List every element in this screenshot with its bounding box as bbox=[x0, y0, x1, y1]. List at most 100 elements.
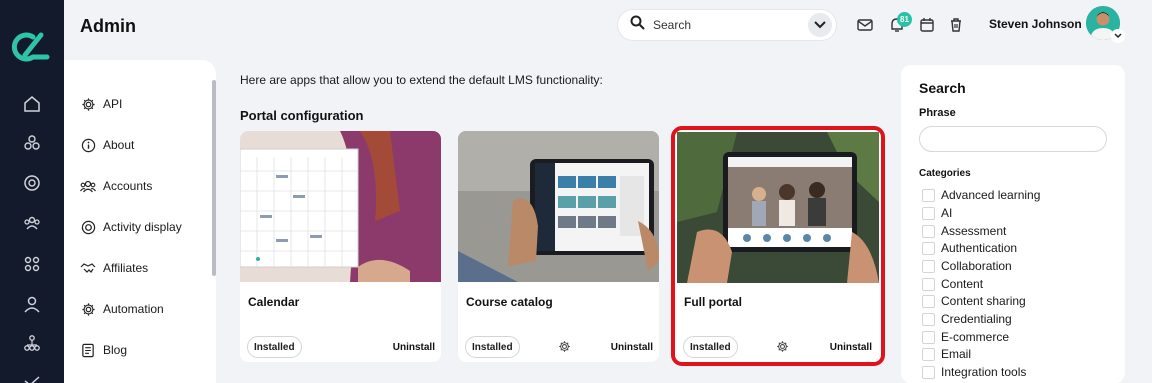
status-badge: Installed bbox=[247, 336, 302, 358]
menu-item-automation[interactable]: Automation bbox=[80, 299, 164, 319]
checkbox[interactable] bbox=[922, 224, 935, 238]
checkbox[interactable] bbox=[922, 294, 935, 308]
uninstall-button[interactable]: Uninstall bbox=[611, 342, 653, 353]
category-checkbox[interactable]: E-commerce bbox=[922, 329, 1009, 345]
checkbox[interactable] bbox=[922, 206, 935, 220]
menu-item-label: Affiliates bbox=[103, 261, 149, 275]
document-icon bbox=[80, 342, 96, 358]
user-icon[interactable] bbox=[20, 292, 44, 316]
handshake-icon bbox=[80, 260, 96, 276]
category-label: Assessment bbox=[941, 224, 1007, 238]
category-label: Advanced learning bbox=[941, 188, 1041, 202]
category-label: Content sharing bbox=[941, 294, 1026, 308]
menu-item-label: Blog bbox=[103, 343, 128, 357]
menu-item-activity-display[interactable]: Activity display bbox=[80, 217, 182, 237]
status-badge: Installed bbox=[465, 336, 520, 358]
info-icon bbox=[80, 137, 96, 153]
modules-icon[interactable] bbox=[20, 131, 44, 155]
category-checkbox[interactable]: Assessment bbox=[922, 223, 1006, 239]
category-checkbox[interactable]: Credentialing bbox=[922, 311, 1012, 327]
category-label: Integration tools bbox=[941, 365, 1027, 379]
target-icon bbox=[80, 219, 96, 235]
gear-icon bbox=[80, 301, 96, 317]
menu-item-api[interactable]: API bbox=[80, 94, 122, 114]
category-checkbox[interactable]: Content bbox=[922, 276, 983, 292]
card-title: Calendar bbox=[248, 295, 300, 309]
user-name[interactable]: Steven Johnson bbox=[989, 17, 1082, 31]
home-icon[interactable] bbox=[20, 92, 44, 116]
category-checkbox[interactable]: Content sharing bbox=[922, 293, 1026, 309]
checkbox[interactable] bbox=[922, 365, 935, 379]
category-checkbox[interactable]: AI bbox=[922, 205, 952, 221]
checkbox[interactable] bbox=[922, 347, 935, 361]
brand-logo[interactable] bbox=[11, 29, 51, 65]
category-label: Collaboration bbox=[941, 259, 1012, 273]
menu-item-label: Accounts bbox=[103, 179, 153, 193]
course-catalog-thumbnail bbox=[458, 131, 659, 282]
category-label: Content bbox=[941, 277, 984, 291]
filter-panel: Search Phrase Categories Advanced learni… bbox=[901, 65, 1125, 383]
users-icon bbox=[80, 178, 96, 194]
phrase-input[interactable] bbox=[919, 126, 1107, 152]
categories-label: Categories bbox=[919, 168, 971, 179]
grid-icon[interactable] bbox=[20, 252, 44, 276]
global-search[interactable]: Search bbox=[618, 10, 836, 40]
category-label: E-commerce bbox=[941, 330, 1010, 344]
checkbox[interactable] bbox=[922, 259, 935, 273]
menu-item-label: Activity display bbox=[103, 220, 182, 234]
full-portal-thumbnail bbox=[677, 132, 879, 283]
category-checkbox[interactable]: Advanced learning bbox=[922, 187, 1040, 203]
chevron-down-icon[interactable] bbox=[1111, 29, 1125, 43]
checkbox[interactable] bbox=[922, 330, 935, 344]
category-label: Email bbox=[941, 347, 972, 361]
category-label: Authentication bbox=[941, 241, 1018, 255]
category-checkbox[interactable]: Authentication bbox=[922, 240, 1017, 256]
page-title: Admin bbox=[80, 16, 136, 36]
mail-icon[interactable] bbox=[856, 16, 874, 34]
search-icon bbox=[630, 15, 645, 35]
category-checkbox[interactable]: Integration tools bbox=[922, 364, 1026, 380]
menu-scrollbar[interactable] bbox=[212, 80, 216, 276]
chart-icon[interactable] bbox=[20, 368, 44, 383]
menu-item-label: Automation bbox=[103, 302, 164, 316]
gear-icon[interactable] bbox=[776, 340, 789, 353]
category-checkbox[interactable]: Collaboration bbox=[922, 258, 1012, 274]
app-rail bbox=[0, 0, 64, 383]
category-label: AI bbox=[941, 206, 953, 220]
card-title: Full portal bbox=[684, 295, 742, 309]
gear-icon[interactable] bbox=[558, 340, 571, 353]
menu-item-blog[interactable]: Blog bbox=[80, 340, 127, 360]
trash-icon[interactable] bbox=[947, 16, 965, 34]
checkbox[interactable] bbox=[922, 277, 935, 291]
checkbox[interactable] bbox=[922, 312, 935, 326]
phrase-label: Phrase bbox=[919, 107, 956, 119]
settings-menu: API About Accounts Activity display Affi… bbox=[64, 60, 216, 383]
search-placeholder: Search bbox=[653, 18, 692, 32]
app-card-full-portal[interactable]: Full portal Installed Uninstall bbox=[671, 126, 885, 366]
checkbox[interactable] bbox=[922, 241, 935, 255]
hierarchy-icon[interactable] bbox=[20, 331, 44, 355]
app-card-course-catalog[interactable]: Course catalog Installed Uninstall bbox=[458, 131, 659, 362]
panel-title: Search bbox=[919, 80, 966, 96]
calendar-icon[interactable] bbox=[918, 16, 936, 34]
menu-item-affiliates[interactable]: Affiliates bbox=[80, 258, 148, 278]
people-icon[interactable] bbox=[20, 211, 44, 235]
checkbox[interactable] bbox=[922, 188, 935, 202]
menu-item-label: About bbox=[103, 138, 135, 152]
category-label: Credentialing bbox=[941, 312, 1012, 326]
category-checkbox[interactable]: Email bbox=[922, 346, 971, 362]
section-title: Portal configuration bbox=[240, 108, 364, 123]
compass-icon[interactable] bbox=[20, 171, 44, 195]
gear-icon bbox=[80, 96, 96, 112]
chevron-down-icon[interactable] bbox=[808, 13, 832, 37]
uninstall-button[interactable]: Uninstall bbox=[830, 342, 872, 353]
card-title: Course catalog bbox=[466, 295, 553, 309]
menu-item-label: API bbox=[103, 97, 123, 111]
menu-item-about[interactable]: About bbox=[80, 135, 134, 155]
calendar-thumbnail bbox=[240, 131, 441, 282]
intro-text: Here are apps that allow you to extend t… bbox=[240, 73, 603, 87]
notification-badge: 81 bbox=[897, 12, 912, 27]
app-card-calendar[interactable]: Calendar Installed Uninstall bbox=[240, 131, 441, 362]
uninstall-button[interactable]: Uninstall bbox=[393, 342, 435, 353]
menu-item-accounts[interactable]: Accounts bbox=[80, 176, 152, 196]
